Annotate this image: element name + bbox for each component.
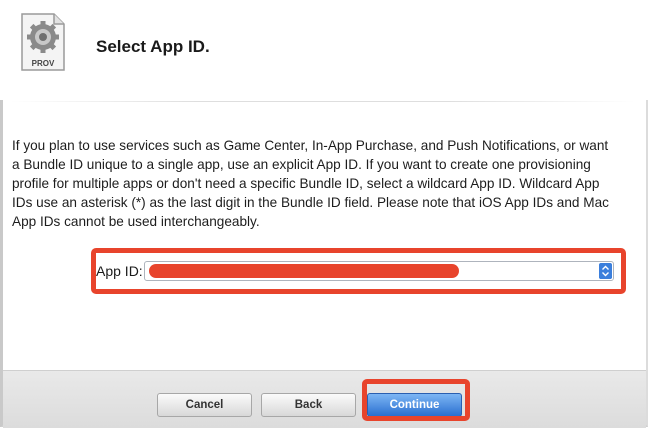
continue-annotation-box — [362, 379, 470, 421]
icon-label: PROV — [32, 59, 55, 68]
app-id-select[interactable] — [144, 261, 614, 281]
select-arrows-icon — [599, 263, 612, 279]
app-id-label: App ID: — [96, 263, 143, 279]
dialog-header: PROV Select App ID. — [0, 0, 650, 100]
description-text: If you plan to use services such as Game… — [12, 138, 609, 229]
header-divider — [10, 101, 635, 102]
provisioning-profile-icon: PROV — [21, 13, 65, 71]
cancel-button[interactable]: Cancel — [157, 393, 252, 417]
app-id-selected-value-redacted — [149, 264, 459, 278]
back-button[interactable]: Back — [261, 393, 356, 417]
page-title: Select App ID. — [96, 37, 210, 56]
